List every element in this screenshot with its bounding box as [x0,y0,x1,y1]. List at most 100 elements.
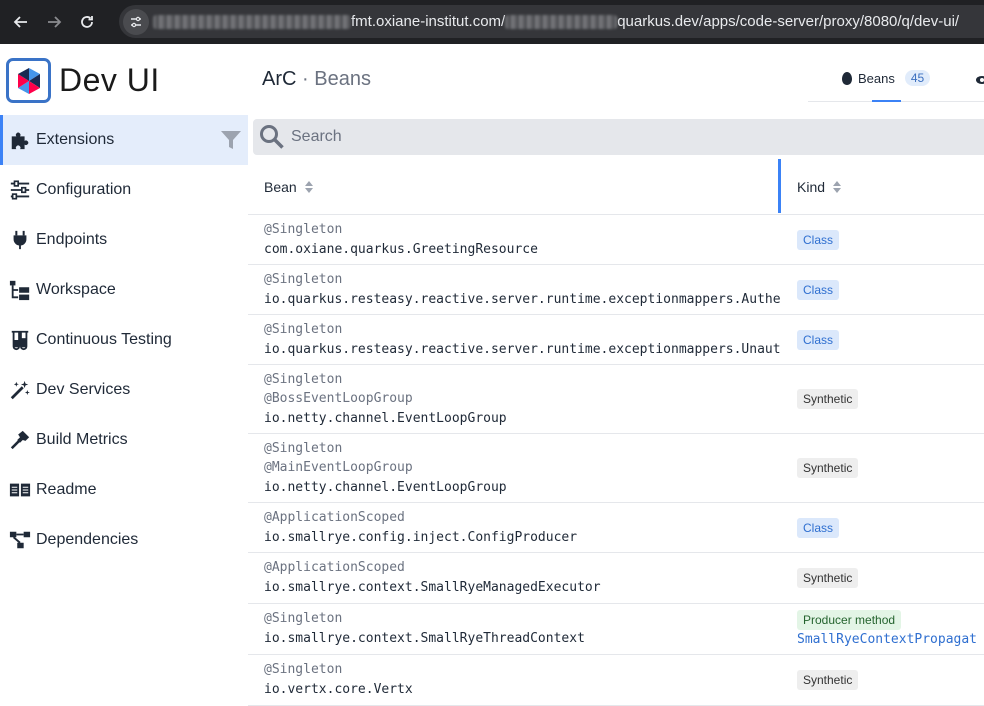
tab-beans[interactable]: Beans 45 [842,70,931,86]
kind-badge: Synthetic [797,568,859,588]
table-row[interactable]: @Singleton @MainEventLoopGroup io.netty.… [248,434,984,503]
filter-icon[interactable] [220,129,242,151]
beans-table: Bean Kind @Singleton com.oxiane.quarkus.… [248,159,984,706]
title-separator: · [302,68,309,90]
folder-tree-icon [8,278,32,302]
table-row[interactable]: @Singleton io.quarkus.resteasy.reactive.… [248,265,984,315]
producer-link[interactable]: SmallRyeContextPropagat [797,632,977,647]
bean-annotation: @Singleton [264,372,343,387]
table-row[interactable]: @Singleton io.quarkus.resteasy.reactive.… [248,315,984,365]
bean-qualifier: @BossEventLoopGroup [264,391,413,406]
bean-icon [842,71,852,85]
sidebar: Dev UI Extensions Configuration Endpoint… [0,44,248,706]
bean-cell: @Singleton @BossEventLoopGroup io.netty.… [264,370,780,429]
graph-icon [8,528,32,552]
kind-badge: Synthetic [797,458,859,478]
address-bar[interactable]: fmt.oxiane-institut.com/ quarkus.dev/app… [119,5,984,38]
url-host: fmt.oxiane-institut.com/ [351,13,506,30]
sidebar-item-continuous-testing[interactable]: Continuous Testing [0,315,248,365]
bean-qualifier: @MainEventLoopGroup [264,460,413,475]
browser-toolbar: fmt.oxiane-institut.com/ quarkus.dev/app… [0,0,984,44]
bean-annotation: @Singleton [264,222,343,237]
forward-icon[interactable] [42,10,66,34]
sidebar-item-readme[interactable]: Readme [0,465,248,515]
column-header-kind[interactable]: Kind [797,179,842,195]
bean-class: io.smallrye.config.inject.ConfigProducer [264,530,578,545]
sort-icon [304,181,313,193]
active-tab-indicator [872,100,901,102]
kind-cell: Synthetic [797,568,859,588]
table-header: Bean Kind [248,159,984,215]
main-content: ArC · Beans Beans 45 Bean Kind [248,44,984,706]
kind-cell: Producer method SmallRyeContextPropagat [797,610,977,647]
tab-count-badge: 45 [904,70,931,86]
kind-badge: Synthetic [797,389,859,409]
kind-badge: Synthetic [797,670,859,690]
sidebar-item-dev-services[interactable]: Dev Services [0,365,248,415]
bean-annotation: @Singleton [264,272,343,287]
table-row[interactable]: @Singleton com.oxiane.quarkus.GreetingRe… [248,215,984,265]
table-row[interactable]: @Singleton io.smallrye.context.SmallRyeT… [248,604,984,655]
kind-cell: Class [797,280,840,300]
column-label: Bean [264,179,297,195]
bean-cell: @Singleton io.smallrye.context.SmallRyeT… [264,609,780,649]
table-row[interactable]: @ApplicationScoped io.smallrye.config.in… [248,503,984,553]
title-page: Beans [314,68,371,90]
column-resize-handle[interactable] [778,159,781,213]
bean-annotation: @ApplicationScoped [264,510,405,525]
sidebar-item-label: Dev Services [36,381,131,398]
page-tabs: Beans 45 [808,44,984,102]
bean-class: io.smallrye.context.SmallRyeManagedExecu… [264,580,601,595]
brand: Dev UI [6,58,160,103]
sidebar-item-label: Endpoints [36,231,108,248]
bean-class: com.oxiane.quarkus.GreetingResource [264,242,538,257]
back-icon[interactable] [9,10,33,34]
table-row[interactable]: @ApplicationScoped io.smallrye.context.S… [248,553,984,604]
bean-cell: @ApplicationScoped io.smallrye.context.S… [264,558,780,598]
bean-class: io.netty.channel.EventLoopGroup [264,411,507,426]
bean-cell: @Singleton io.quarkus.resteasy.reactive.… [264,320,780,360]
kind-cell: Class [797,230,840,250]
bean-cell: @Singleton io.quarkus.resteasy.reactive.… [264,270,780,310]
sidebar-item-dependencies[interactable]: Dependencies [0,515,248,565]
bean-annotation: @Singleton [264,441,343,456]
hammer-icon [8,428,32,452]
page-title: ArC · Beans [262,68,371,91]
sidebar-item-label: Readme [36,481,97,498]
sidebar-item-workspace[interactable]: Workspace [0,265,248,315]
kind-badge: Class [797,330,840,350]
bean-class: io.quarkus.resteasy.reactive.server.runt… [264,342,780,357]
table-row[interactable]: @Singleton io.vertx.core.Vertx Synthetic [248,655,984,706]
kind-cell: Synthetic [797,389,859,409]
sidebar-item-endpoints[interactable]: Endpoints [0,215,248,265]
sidebar-item-label: Configuration [36,181,132,198]
sidebar-menu: Extensions Configuration Endpoints Works… [0,115,248,565]
column-header-bean[interactable]: Bean [264,179,313,195]
sidebar-item-label: Workspace [36,281,116,298]
site-info-icon[interactable] [123,8,149,35]
kind-badge: Class [797,280,840,300]
sidebar-item-label: Build Metrics [36,431,128,448]
sidebar-item-extensions[interactable]: Extensions [0,115,248,165]
sliders-icon [8,178,32,202]
kind-badge: Class [797,230,840,250]
reload-icon[interactable] [75,10,99,34]
search-input[interactable] [291,128,891,146]
bean-annotation: @ApplicationScoped [264,560,405,575]
bean-class: io.vertx.core.Vertx [264,682,413,697]
bean-class: io.smallrye.context.SmallRyeThreadContex… [264,631,585,646]
eye-icon[interactable] [976,74,984,86]
table-row[interactable]: @Singleton @BossEventLoopGroup io.netty.… [248,365,984,434]
bean-annotation: @Singleton [264,662,343,677]
sidebar-item-label: Extensions [36,131,115,148]
book-icon [8,478,32,502]
redacted-text [153,15,351,29]
sort-icon [833,181,842,193]
plug-icon [8,228,32,252]
brand-title: Dev UI [59,62,160,98]
magic-wand-icon [8,378,32,402]
sidebar-item-configuration[interactable]: Configuration [0,165,248,215]
kind-badge: Class [797,518,840,538]
sidebar-item-build-metrics[interactable]: Build Metrics [0,415,248,465]
url-path: quarkus.dev/apps/code-server/proxy/8080/… [617,13,960,30]
